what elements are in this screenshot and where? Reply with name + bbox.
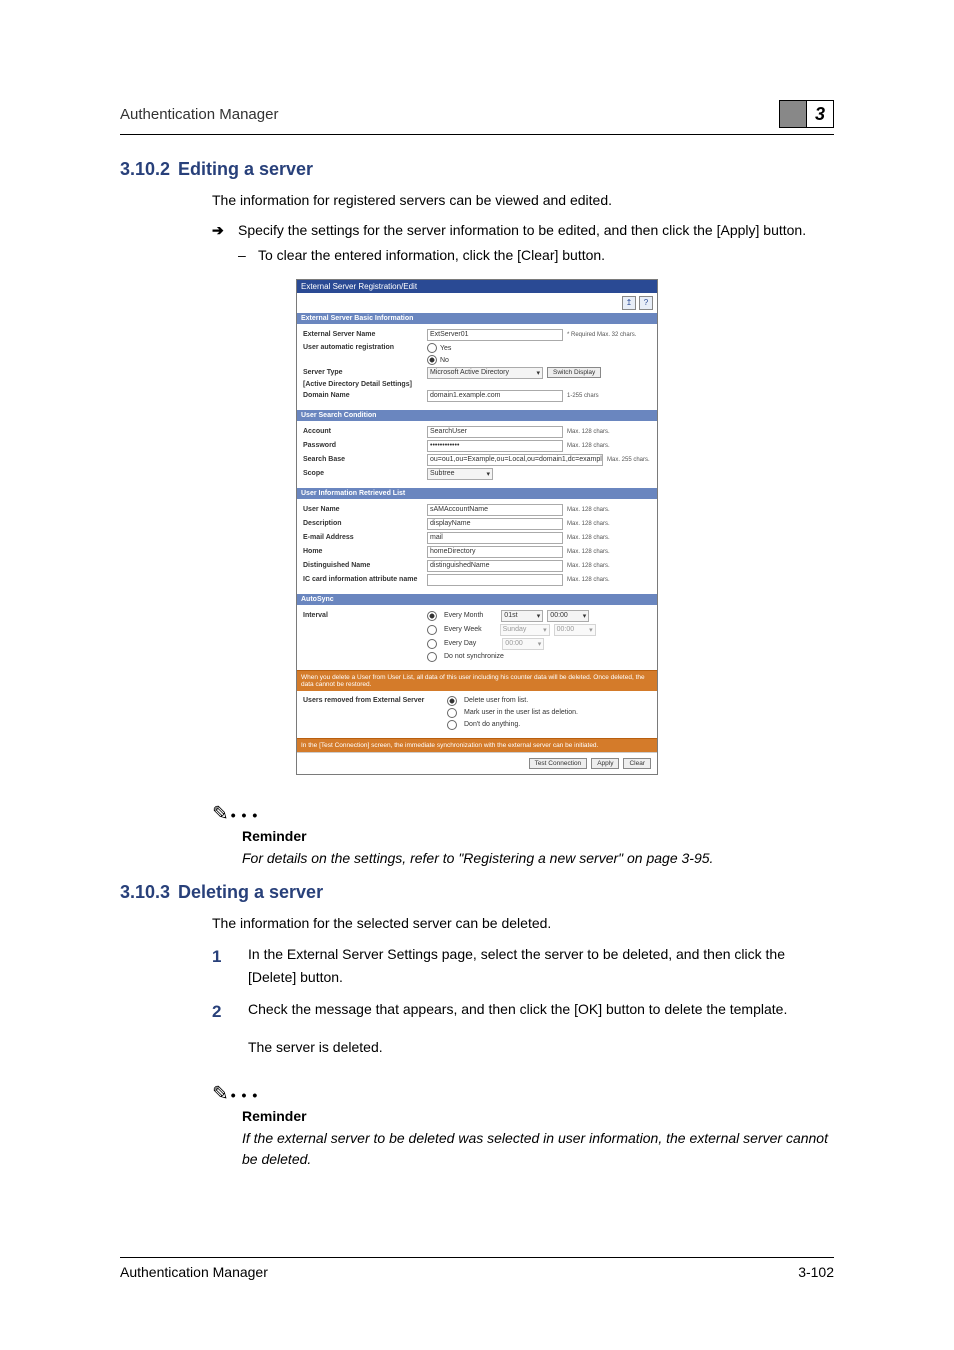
to-top-icon[interactable]: ↥ — [622, 296, 636, 310]
test-connection-button[interactable]: Test Connection — [529, 758, 588, 769]
password-input[interactable]: •••••••••••• — [427, 440, 563, 452]
search-base-input[interactable]: ou=ou1,ou=Example,ou=Local,ou=domain1,dc… — [427, 454, 603, 466]
section-autosync: AutoSync — [297, 594, 657, 605]
label-email: E-mail Address — [303, 534, 423, 541]
reminder-label: Reminder — [242, 1108, 834, 1124]
label-removed-users: Users removed from External Server — [303, 697, 443, 704]
dash-icon: – — [238, 245, 258, 265]
label-domain: Domain Name — [303, 392, 423, 399]
chevron-down-icon: ▾ — [536, 369, 540, 377]
apply-button[interactable]: Apply — [591, 758, 619, 769]
pencil-icon: ✎ — [212, 1083, 229, 1105]
server-type-select[interactable]: Microsoft Active Directory▾ — [427, 367, 543, 379]
footer-page-number: 3-102 — [798, 1264, 834, 1280]
chevron-down-icon: ▾ — [486, 470, 490, 478]
section-retrieved: User Information Retrieved List — [297, 488, 657, 499]
description-input[interactable]: displayName — [427, 518, 563, 530]
dots-icon: • • • — [231, 807, 258, 823]
dots-icon: • • • — [231, 1087, 258, 1103]
scope-select[interactable]: Subtree▾ — [427, 468, 493, 480]
label-account: Account — [303, 428, 423, 435]
label-server-type: Server Type — [303, 369, 423, 376]
radio-auto-no[interactable] — [427, 355, 437, 365]
radio-every-week[interactable] — [427, 625, 437, 635]
instruction-arrow: ➔ Specify the settings for the server in… — [212, 220, 834, 240]
label-home: Home — [303, 548, 423, 555]
step-number: 2 — [212, 998, 248, 1025]
warning-banner: When you delete a User from User List, a… — [297, 670, 657, 691]
radio-no-sync[interactable] — [427, 652, 437, 662]
radio-delete-user[interactable] — [447, 696, 457, 706]
server-name-input[interactable]: ExtServer01 — [427, 329, 563, 341]
step-number: 1 — [212, 943, 248, 988]
reminder-block: ✎• • • Reminder For details on the setti… — [212, 801, 834, 868]
month-time-select[interactable]: 00:00▾ — [547, 610, 589, 622]
label-dn: Distinguished Name — [303, 562, 423, 569]
step-1: 1 In the External Server Settings page, … — [212, 943, 834, 988]
section-intro-delete: The information for the selected server … — [212, 913, 834, 933]
label-scope: Scope — [303, 470, 423, 477]
label-search-base: Search Base — [303, 456, 423, 463]
week-day-select: Sunday▾ — [500, 624, 550, 636]
label-description: Description — [303, 520, 423, 527]
radio-every-month[interactable] — [427, 611, 437, 621]
chapter-badge: 3 — [779, 100, 834, 128]
clear-button[interactable]: Clear — [623, 758, 651, 769]
account-input[interactable]: SearchUser — [427, 426, 563, 438]
section-basic: External Server Basic Information — [297, 313, 657, 324]
label-iccard: IC card information attribute name — [303, 576, 423, 583]
user-name-input[interactable]: sAMAccountName — [427, 504, 563, 516]
note-banner: In the [Test Connection] screen, the imm… — [297, 738, 657, 752]
running-header: Authentication Manager — [120, 106, 278, 123]
reminder-body: If the external server to be deleted was… — [242, 1128, 834, 1169]
step-result: The server is deleted. — [248, 1039, 834, 1055]
chapter-number: 3 — [806, 100, 834, 128]
week-time-select: 00:00▾ — [554, 624, 596, 636]
label-password: Password — [303, 442, 423, 449]
reminder-block-2: ✎• • • Reminder If the external server t… — [212, 1081, 834, 1169]
radio-mark-deletion[interactable] — [447, 708, 457, 718]
label-auto-reg: User automatic registration — [303, 344, 423, 351]
label-interval: Interval — [303, 612, 423, 619]
footer-title: Authentication Manager — [120, 1264, 268, 1280]
arrow-icon: ➔ — [212, 220, 238, 240]
pencil-icon: ✎ — [212, 803, 229, 825]
label-ad-settings: [Active Directory Detail Settings] — [303, 381, 412, 388]
step-2: 2 Check the message that appears, and th… — [212, 998, 834, 1025]
email-input[interactable]: mail — [427, 532, 563, 544]
reminder-label: Reminder — [242, 828, 834, 844]
section-search: User Search Condition — [297, 410, 657, 421]
radio-auto-yes[interactable] — [427, 343, 437, 353]
iccard-input[interactable] — [427, 574, 563, 586]
domain-input[interactable]: domain1.example.com — [427, 390, 563, 402]
switch-display-button[interactable]: Switch Display — [547, 367, 601, 378]
section-intro: The information for registered servers c… — [212, 190, 834, 210]
section-heading-edit: 3.10.2Editing a server — [120, 159, 834, 180]
dialog-screenshot: External Server Registration/Edit ↥ ? Ex… — [296, 279, 658, 775]
home-input[interactable]: homeDirectory — [427, 546, 563, 558]
dn-input[interactable]: distinguishedName — [427, 560, 563, 572]
radio-every-day[interactable] — [427, 639, 437, 649]
label-server-name: External Server Name — [303, 331, 423, 338]
reminder-body: For details on the settings, refer to "R… — [242, 848, 834, 868]
dialog-title: External Server Registration/Edit — [297, 280, 657, 293]
day-time-select: 00:00▾ — [502, 638, 544, 650]
label-user-name: User Name — [303, 506, 423, 513]
instruction-dash: – To clear the entered information, clic… — [238, 245, 834, 265]
month-day-select[interactable]: 01st▾ — [501, 610, 543, 622]
help-icon[interactable]: ? — [639, 296, 653, 310]
section-heading-delete: 3.10.3Deleting a server — [120, 882, 834, 903]
radio-do-nothing[interactable] — [447, 720, 457, 730]
header-rule — [120, 134, 834, 135]
